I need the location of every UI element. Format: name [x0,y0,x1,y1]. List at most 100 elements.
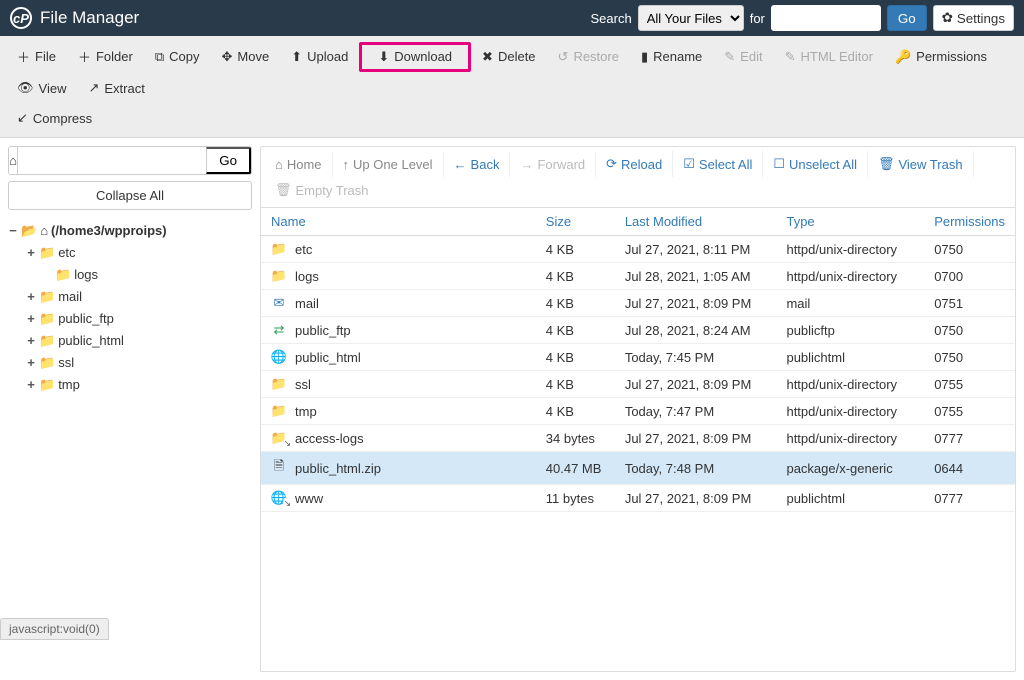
collapse-icon[interactable]: − [8,221,18,241]
tree-item-tmp[interactable]: +📁tmp [8,374,252,396]
col-size[interactable]: Size [536,208,615,236]
path-input[interactable] [18,147,206,174]
file-name: public_html.zip [295,461,381,476]
move-button[interactable]: ✥Move [211,42,281,72]
expand-icon[interactable]: + [26,287,36,307]
compress-button[interactable]: ↙Compress [6,103,103,133]
collapse-all-button[interactable]: Collapse All [8,181,252,210]
cell-size: 4 KB [536,398,615,425]
cell-perm: 0755 [924,371,1015,398]
file-name: etc [295,242,312,257]
search-scope-select[interactable]: All Your Files [638,5,744,31]
folder-icon: 📁 [271,403,287,419]
file-name: mail [295,296,319,311]
reload-button[interactable]: ⟳Reload [596,151,673,177]
cell-perm: 0700 [924,263,1015,290]
html-editor-icon: ✎ [785,49,796,65]
path-go-button[interactable]: Go [206,147,251,174]
table-row[interactable]: 📁logs4 KBJul 28, 2021, 1:05 AMhttpd/unix… [261,263,1015,290]
cell-perm: 0751 [924,290,1015,317]
back-button[interactable]: ←Back [444,152,511,177]
table-row[interactable]: 🌐www11 bytesJul 27, 2021, 8:09 PMpublich… [261,485,1015,512]
cell-type: httpd/unix-directory [776,263,924,290]
home-icon: ⌂ [40,221,48,241]
home-button[interactable]: ⌂Home [265,152,333,177]
cell-modified: Jul 27, 2021, 8:09 PM [615,371,777,398]
expand-icon[interactable]: + [26,353,36,373]
cell-size: 4 KB [536,236,615,263]
expand-icon[interactable]: + [26,375,36,395]
check-icon: ☑ [683,156,695,172]
compress-icon: ↙ [17,110,28,126]
cell-size: 40.47 MB [536,452,615,485]
cell-type: httpd/unix-directory [776,371,924,398]
cell-perm: 0644 [924,452,1015,485]
tree-item-public_ftp[interactable]: +📁public_ftp [8,308,252,330]
eye-icon: 👁 [17,80,34,96]
view-trash-button[interactable]: 🗑View Trash [868,151,974,177]
tree-item-ssl[interactable]: +📁ssl [8,352,252,374]
download-button[interactable]: ⬇Download [359,42,471,72]
file-name: access-logs [295,431,364,446]
tree-item-label: public_ftp [58,309,114,329]
tree-item-public_html[interactable]: +📁public_html [8,330,252,352]
folder-button[interactable]: ＋Folder [67,40,144,73]
upload-button[interactable]: ⬆Upload [280,42,359,72]
expand-icon[interactable]: + [26,243,36,263]
cell-type: publicftp [776,317,924,344]
tree-item-label: mail [58,287,82,307]
table-row[interactable]: 📁ssl4 KBJul 27, 2021, 8:09 PMhttpd/unix-… [261,371,1015,398]
table-row[interactable]: 📁access-logs34 bytesJul 27, 2021, 8:09 P… [261,425,1015,452]
cell-modified: Today, 7:47 PM [615,398,777,425]
table-row[interactable]: ⇄public_ftp4 KBJul 28, 2021, 8:24 AMpubl… [261,317,1015,344]
table-row[interactable]: ✉mail4 KBJul 27, 2021, 8:09 PMmail0751 [261,290,1015,317]
extract-button[interactable]: ↗Extract [77,73,155,103]
path-row: ⌂ Go [8,146,252,175]
view-button[interactable]: 👁View [6,73,77,103]
tree-item-etc[interactable]: +📁etc [8,242,252,264]
settings-button[interactable]: ✿ Settings [933,5,1014,31]
search-input[interactable] [771,5,881,31]
expand-icon[interactable]: + [26,309,36,329]
download-icon: ⬇ [378,49,389,65]
up-one-level-button[interactable]: ↑Up One Level [333,152,444,177]
permissions-button[interactable]: 🔑Permissions [884,42,998,72]
file-name: public_html [295,350,361,365]
tree-item-mail[interactable]: +📁mail [8,286,252,308]
table-row[interactable]: 📁tmp4 KBToday, 7:47 PMhttpd/unix-directo… [261,398,1015,425]
col-name[interactable]: Name [261,208,536,236]
cell-size: 11 bytes [536,485,615,512]
search-go-button[interactable]: Go [887,5,927,31]
select-all-button[interactable]: ☑Select All [673,151,763,177]
copy-button[interactable]: ⧉Copy [144,42,211,72]
folder-tree: − 📂 ⌂ (/home3/wpproips) +📁etc📁logs+📁mail… [8,220,252,396]
table-row[interactable]: 🗎public_html.zip40.47 MBToday, 7:48 PMpa… [261,452,1015,485]
cell-perm: 0750 [924,344,1015,371]
uncheck-icon: ☐ [773,156,785,172]
plus-icon: ＋ [78,47,91,66]
file-button[interactable]: ＋File [6,40,67,73]
folder-link-icon: 📁 [271,430,287,446]
tree-root[interactable]: − 📂 ⌂ (/home3/wpproips) [8,220,252,242]
tree-item-label: ssl [58,353,74,373]
edit-icon: ✎ [724,49,735,65]
delete-button[interactable]: ✖Delete [471,42,546,72]
expand-icon[interactable]: + [26,331,36,351]
status-bar: javascript:void(0) [0,618,109,640]
col-modified[interactable]: Last Modified [615,208,777,236]
col-type[interactable]: Type [776,208,924,236]
col-perm[interactable]: Permissions [924,208,1015,236]
cell-type: httpd/unix-directory [776,398,924,425]
tree-item-logs[interactable]: 📁logs [8,264,252,286]
cell-type: publichtml [776,344,924,371]
file-name: public_ftp [295,323,351,338]
unselect-all-button[interactable]: ☐Unselect All [763,151,868,177]
home-path-button[interactable]: ⌂ [9,147,18,174]
file-icon: 🗎 [271,457,287,479]
rename-button[interactable]: ▮Rename [630,42,713,72]
table-row[interactable]: 🌐public_html4 KBToday, 7:45 PMpublichtml… [261,344,1015,371]
cell-modified: Today, 7:48 PM [615,452,777,485]
folder-icon: 📁 [39,375,55,395]
table-row[interactable]: 📁etc4 KBJul 27, 2021, 8:11 PMhttpd/unix-… [261,236,1015,263]
cell-perm: 0750 [924,317,1015,344]
